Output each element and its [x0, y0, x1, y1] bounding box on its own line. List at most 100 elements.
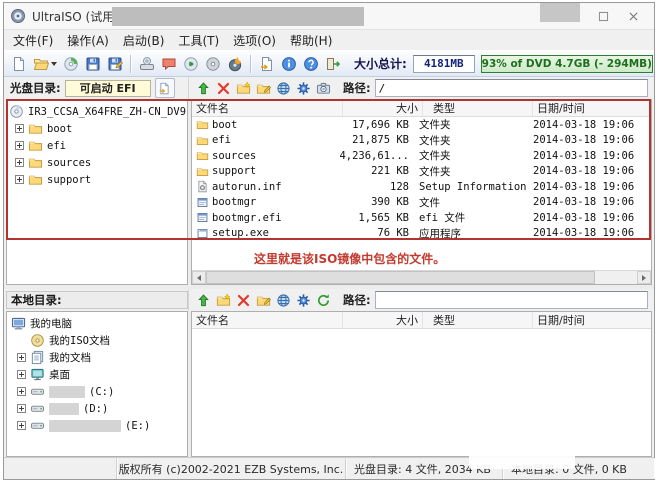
folder-icon: [28, 138, 43, 153]
disc-tree-item[interactable]: sources: [9, 154, 185, 171]
header-type[interactable]: 类型: [423, 312, 533, 328]
up-level-button[interactable]: [193, 291, 213, 310]
system-file-icon: [196, 211, 209, 224]
header-type[interactable]: 类型: [423, 100, 533, 116]
expand-icon[interactable]: [15, 124, 24, 133]
new-file-button[interactable]: [8, 53, 30, 74]
rename-folder-button[interactable]: [253, 291, 273, 310]
delete-button[interactable]: [233, 291, 253, 310]
properties-gear-button[interactable]: [293, 291, 313, 310]
local-tree-item[interactable]: 我的文档: [9, 349, 185, 366]
boot-type-field[interactable]: 可启动 EFI: [65, 80, 151, 97]
up-level-button[interactable]: [193, 79, 213, 98]
expand-icon[interactable]: [17, 370, 26, 379]
expand-icon[interactable]: [15, 141, 24, 150]
tree-label: (C:): [89, 386, 114, 398]
doc-export-button[interactable]: [256, 53, 278, 74]
view-camera-button[interactable]: [313, 79, 333, 98]
extract-globe-button[interactable]: [273, 79, 293, 98]
disc-path-field[interactable]: /: [375, 79, 648, 97]
open-folder-button[interactable]: [30, 53, 60, 74]
header-date[interactable]: 日期/时间: [533, 312, 651, 328]
new-folder-button[interactable]: [233, 79, 253, 98]
maximize-icon: [597, 10, 610, 23]
disc-burn-icon: [227, 56, 243, 72]
local-directory-label: 本地目录:: [7, 292, 62, 308]
scroll-left-icon[interactable]: [192, 271, 206, 284]
file-row[interactable]: sources 4,236,61... 文件夹 2014-03-18 19:06: [192, 148, 651, 164]
floppy-edit-button[interactable]: [104, 53, 126, 74]
menu-item[interactable]: 选项(O): [226, 30, 283, 51]
menu-item[interactable]: 工具(T): [171, 30, 226, 51]
file-row[interactable]: autorun.inf 128 Setup Information 2014-0…: [192, 179, 651, 195]
local-tree-item[interactable]: 我的ISO文档: [9, 332, 185, 349]
header-filename[interactable]: 文件名: [192, 312, 343, 328]
menu-item[interactable]: 帮助(H): [283, 30, 339, 51]
expand-icon[interactable]: [15, 158, 24, 167]
exit-button[interactable]: [322, 53, 344, 74]
menu-item[interactable]: 启动(B): [116, 30, 172, 51]
folder-icon: [196, 118, 209, 131]
local-tree-item[interactable]: (D:): [9, 400, 185, 417]
file-row[interactable]: support 221 KB 文件夹 2014-03-18 19:06: [192, 164, 651, 180]
tree-label: 我的文档: [49, 350, 91, 365]
header-size[interactable]: 大小: [343, 312, 423, 328]
expand-icon[interactable]: [17, 387, 26, 396]
mount-button[interactable]: [136, 53, 158, 74]
extract-globe-button[interactable]: [273, 291, 293, 310]
edit-boot-button[interactable]: [155, 78, 175, 98]
scrollbar-thumb[interactable]: [206, 271, 595, 284]
expand-icon[interactable]: [17, 421, 26, 430]
tree-label: support: [47, 174, 91, 186]
file-row[interactable]: bootmgr.efi 1,565 KB efi 文件 2014-03-18 1…: [192, 210, 651, 226]
disc-play-button[interactable]: [180, 53, 202, 74]
file-row[interactable]: setup.exe 76 KB 应用程序 2014-03-18 19:06: [192, 226, 651, 242]
local-tree-item[interactable]: 我的电脑: [9, 315, 185, 332]
disc-burn-button[interactable]: [224, 53, 246, 74]
local-tree-item[interactable]: (C:): [9, 383, 185, 400]
delete-icon: [236, 293, 251, 308]
local-tree-item[interactable]: 桌面: [9, 366, 185, 383]
local-tree-item[interactable]: (E:): [9, 417, 185, 434]
disc-tree-item[interactable]: efi: [9, 137, 185, 154]
file-row[interactable]: boot 17,696 KB 文件夹 2014-03-18 19:06: [192, 117, 651, 133]
disc-green-button[interactable]: [60, 53, 82, 74]
expand-icon[interactable]: [17, 353, 26, 362]
rename-folder-button[interactable]: [253, 79, 273, 98]
local-path-label: 路径:: [343, 292, 371, 308]
horizontal-scrollbar[interactable]: [192, 270, 651, 284]
censored-region: [469, 441, 575, 469]
header-filename[interactable]: 文件名: [192, 100, 343, 116]
disc-play-icon: [183, 56, 199, 72]
refresh-button[interactable]: [313, 291, 333, 310]
delete-button[interactable]: [213, 79, 233, 98]
disc-gray-button[interactable]: [202, 53, 224, 74]
local-path-field[interactable]: [375, 291, 648, 309]
tree-label: boot: [47, 123, 72, 135]
floppy-button[interactable]: [82, 53, 104, 74]
expand-icon[interactable]: [17, 404, 26, 413]
maximize-button[interactable]: [588, 5, 618, 27]
chat-bubble-button[interactable]: [158, 53, 180, 74]
disc-green-icon: [63, 56, 79, 72]
header-date[interactable]: 日期/时间: [533, 100, 651, 116]
scroll-right-icon[interactable]: [637, 271, 651, 284]
properties-gear-button[interactable]: [293, 79, 313, 98]
new-folder-button[interactable]: [213, 291, 233, 310]
file-row[interactable]: bootmgr 390 KB 文件 2014-03-18 19:06: [192, 195, 651, 211]
folder-icon: [28, 172, 43, 187]
menu-item[interactable]: 文件(F): [6, 30, 60, 51]
header-size[interactable]: 大小: [343, 100, 423, 116]
expand-icon[interactable]: [15, 175, 24, 184]
disc-tree-item[interactable]: boot: [9, 120, 185, 137]
info-button[interactable]: [278, 53, 300, 74]
menu-item[interactable]: 操作(A): [60, 30, 116, 51]
help-button[interactable]: [300, 53, 322, 74]
censored-region: [49, 386, 85, 398]
local-list-header: 文件名 大小 类型 日期/时间: [192, 312, 651, 329]
file-row[interactable]: efi 21,875 KB 文件夹 2014-03-18 19:06: [192, 133, 651, 149]
disc-tree-root[interactable]: IR3_CCSA_X64FRE_ZH-CN_DV9: [9, 103, 185, 120]
close-button[interactable]: [618, 5, 648, 27]
disc-list-header: 文件名 大小 类型 日期/时间: [192, 100, 651, 117]
disc-tree-item[interactable]: support: [9, 171, 185, 188]
